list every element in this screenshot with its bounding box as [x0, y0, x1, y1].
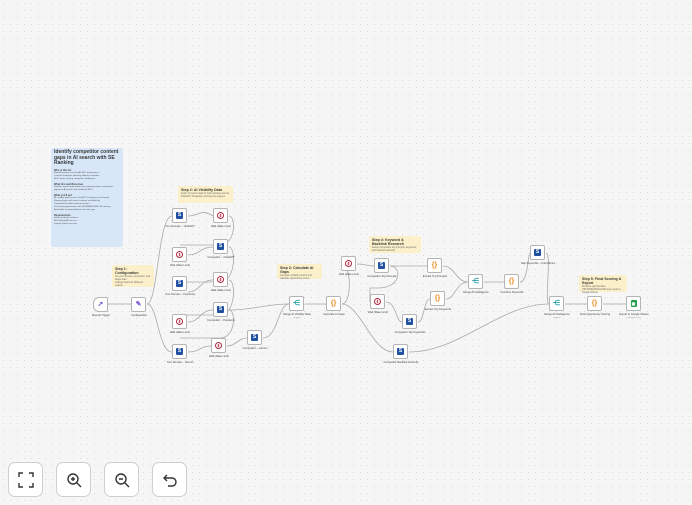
node-label: Combine Keywords — [500, 291, 524, 294]
node-label: Competitor – Gemini — [242, 347, 268, 350]
node-label: Gap Keywords – Full Metrics — [520, 262, 556, 265]
node-label: Export to Google Sheets — [619, 313, 649, 316]
merge-icon: ⋲ — [553, 300, 560, 307]
node-label: Competitor Top Keywords — [394, 331, 426, 334]
node-label: Extract Top Prompts — [422, 275, 448, 278]
pause-icon: Ⅱ — [374, 298, 381, 305]
cursor-icon: ➚ — [97, 301, 104, 308]
who-item: SEO teams running competitor intelligenc… — [54, 177, 96, 180]
pause-icon: Ⅱ — [217, 212, 224, 219]
node-label: Wait (Rate Limit) — [211, 225, 231, 228]
step2-sticky-note[interactable]: Step 2: AI Visibility Data Fetch AI sear… — [178, 186, 233, 203]
overview-sticky-note[interactable]: Identify competitor content gaps in AI s… — [51, 148, 123, 247]
zoom-out-icon — [114, 472, 129, 487]
connections — [108, 212, 626, 353]
se-ranking-icon: S — [397, 348, 404, 355]
se-ranking-icon: S — [217, 306, 224, 313]
step4-sticky-note[interactable]: Step 4: Keyword & Backlink Research Extr… — [369, 236, 421, 253]
step3-title: Step 3: Calculate AI Gaps — [280, 266, 314, 275]
node-label: Configuration — [131, 314, 147, 317]
node-label: Competitor – ChatGPT — [207, 256, 235, 259]
what-text: Identify content opportunities by analyz… — [54, 185, 114, 191]
node-label: Wait (Rate Limit) — [170, 331, 190, 334]
step3-sticky-note[interactable]: Step 3: Calculate AI Gaps Compare visibi… — [277, 264, 322, 281]
node-label: Competitor Top Prompts — [367, 275, 397, 278]
node-label: Your Domain – Gemini — [166, 361, 194, 364]
node-subtitle: append: sheet — [627, 317, 641, 319]
step5-title: Step 5: Final Scoring & Export — [582, 277, 622, 286]
code-icon: {} — [330, 300, 337, 307]
code-icon: {} — [431, 262, 438, 269]
merge-icon: ⋲ — [293, 300, 300, 307]
zoom-out-button[interactable] — [104, 462, 139, 497]
node-label: Wait (Rate Limit) — [368, 311, 388, 314]
zoom-in-button[interactable] — [56, 462, 91, 497]
pause-icon: Ⅱ — [217, 276, 224, 283]
get-item: Actionable recommendations for each gap — [54, 208, 95, 211]
node-label: Wait (Rate Limit) — [211, 289, 231, 292]
pause-icon: Ⅱ — [176, 251, 183, 258]
reset-zoom-button[interactable] — [152, 462, 187, 497]
node-label: Your Domain – Perplexity — [164, 293, 196, 296]
code-icon: {} — [508, 278, 515, 285]
node-label: Extract Top Keywords — [425, 308, 451, 311]
se-ranking-icon: S — [406, 318, 413, 325]
overview-title: Identify competitor content gaps in AI s… — [54, 149, 119, 167]
step4-desc: Extract competitor top prompts, keywords… — [372, 246, 417, 253]
step1-title: Step 1: Configuration — [115, 267, 139, 276]
step1-desc2: Change brand for different regions — [115, 281, 143, 288]
zoom-in-icon — [66, 472, 81, 487]
se-ranking-icon: S — [217, 243, 224, 250]
se-ranking-icon: S — [251, 334, 258, 341]
node-subtitle: append — [553, 317, 561, 319]
step1-sticky-note[interactable]: Step 1: Configuration Set your domain, c… — [112, 265, 154, 287]
node-label: Wait (Rate Limit) — [170, 264, 190, 267]
node-label: Competitor Backlink Authority — [383, 361, 419, 364]
pause-icon: Ⅱ — [176, 318, 183, 325]
pause-icon: Ⅱ — [215, 342, 222, 349]
pencil-icon: ✎ — [135, 301, 142, 308]
step2-desc: Fetch AI search data for both domains ac… — [181, 192, 230, 199]
node-label: Wait (Rate Limit) — [209, 355, 229, 358]
code-icon: {} — [591, 300, 598, 307]
step5-desc: Prioritize opportunities (HIGH/MEDIUM/LO… — [582, 285, 621, 295]
google-sheets-icon: ▦ — [630, 300, 637, 307]
se-ranking-icon: S — [534, 249, 541, 256]
se-ranking-icon: S — [378, 262, 385, 269]
fit-view-button[interactable] — [8, 462, 43, 497]
fit-view-icon — [17, 471, 34, 488]
node-subtitle: append — [293, 317, 301, 319]
node-label: Competitor – Perplexity — [207, 319, 235, 322]
pause-icon: Ⅱ — [345, 260, 352, 267]
code-icon: {} — [434, 295, 441, 302]
step3-desc: Compare visibility metrics and calculate… — [280, 274, 312, 281]
node-label: Calculate AI Gaps — [323, 313, 345, 316]
merge-icon: ⋲ — [472, 278, 479, 285]
workflow-canvas[interactable]: Identify competitor content gaps in AI s… — [0, 0, 692, 505]
step4-title: Step 4: Keyword & Backlink Research — [372, 238, 404, 247]
se-ranking-icon: S — [176, 348, 183, 355]
undo-icon — [162, 474, 177, 487]
node-label: Your Domain – ChatGPT — [165, 225, 195, 228]
req-item: Google Sheets account — [54, 222, 77, 225]
se-ranking-icon: S — [176, 212, 183, 219]
se-ranking-icon: S — [176, 280, 183, 287]
step5-sticky-note[interactable]: Step 5: Final Scoring & Export Prioritiz… — [579, 275, 627, 295]
